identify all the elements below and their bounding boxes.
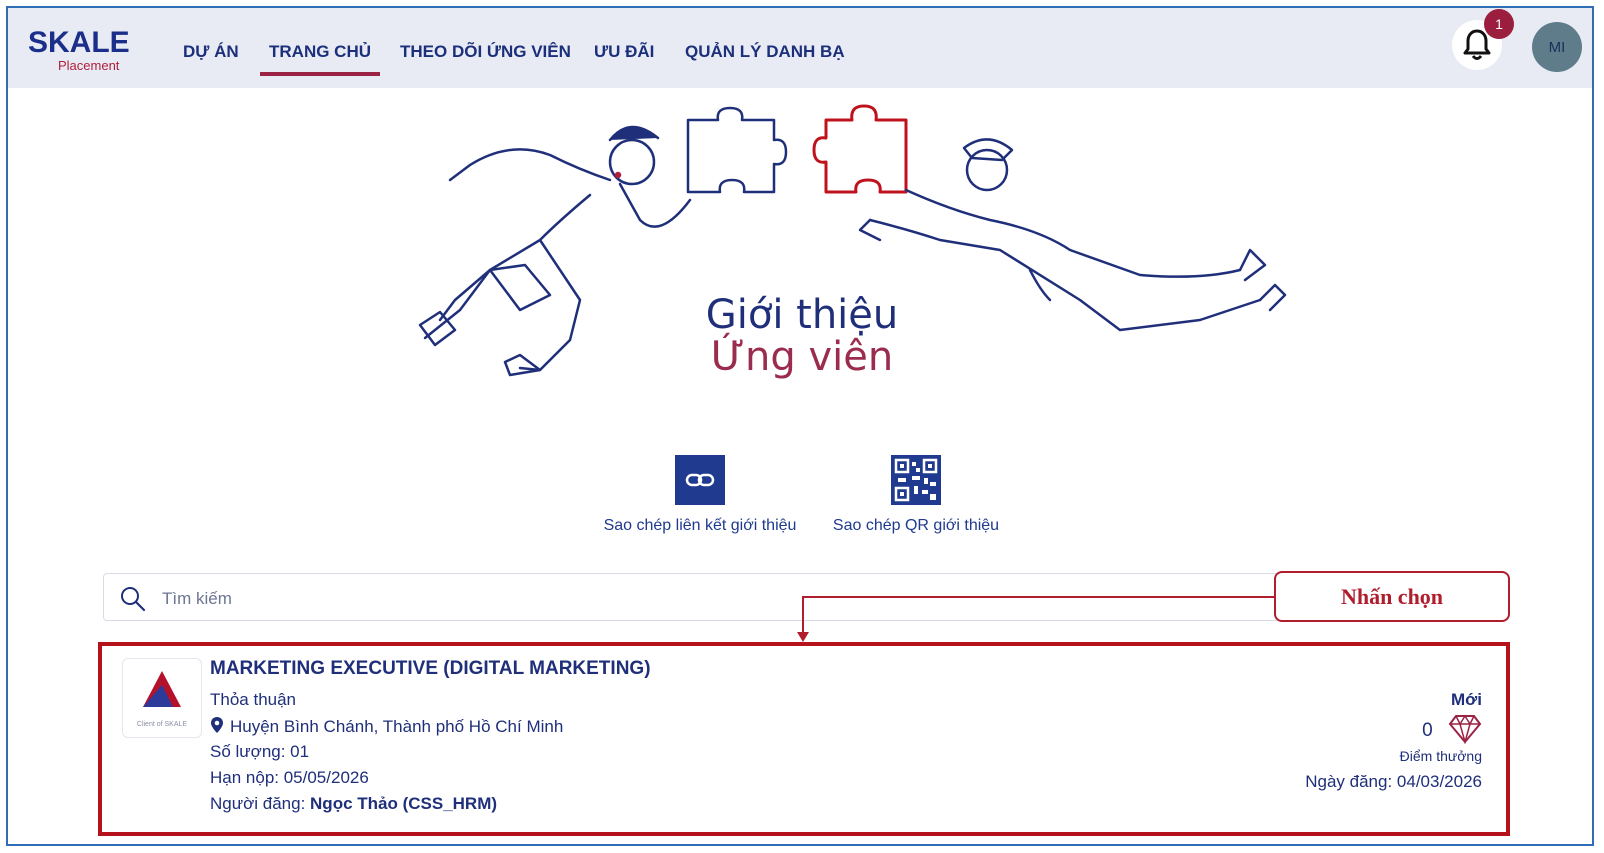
link-icon-tile: [675, 455, 725, 505]
poster-name: Ngọc Thảo (CSS_HRM): [310, 794, 498, 813]
click-here-callout: Nhấn chọn: [1274, 571, 1510, 622]
posted-date: Ngày đăng: 04/03/2026: [1305, 772, 1482, 791]
job-deadline: Hạn nộp: 05/05/2026: [210, 768, 369, 787]
diamond-icon: [1448, 714, 1482, 745]
reward-points-row: 0: [1422, 714, 1482, 745]
notification-badge: 1: [1484, 9, 1514, 39]
job-salary: Thỏa thuận: [210, 690, 297, 709]
nav-item-uu-dai[interactable]: ƯU ĐÃI: [594, 42, 654, 62]
logo-caption: Client of SKALE: [136, 721, 188, 728]
client-logo-mark: [143, 671, 181, 707]
qr-code-icon: [894, 458, 938, 502]
copy-qr-label: Sao chép QR giới thiệu: [832, 517, 1000, 534]
copy-referral-qr-button[interactable]: Sao chép QR giới thiệu: [826, 455, 1006, 535]
brand-name: SKALE: [28, 26, 130, 59]
nav-item-du-an[interactable]: DỰ ÁN: [183, 42, 239, 62]
user-avatar[interactable]: MI: [1532, 22, 1582, 72]
job-quantity: Số lượng: 01: [210, 742, 310, 761]
nav-item-quan-ly-danh-ba[interactable]: QUẢN LÝ DANH BẠ: [685, 42, 845, 62]
job-status-badge: Mới: [1451, 690, 1482, 709]
copy-referral-link-button[interactable]: Sao chép liên kết giới thiệu: [595, 455, 805, 535]
link-icon: [685, 473, 715, 487]
hero-title-line2: Ứng viên: [710, 334, 894, 380]
hero-title-line1: Giới thiệu: [705, 292, 899, 338]
company-logo: Client of SKALE: [122, 658, 202, 738]
top-navigation-bar: SKALE Placement DỰ ÁN TRANG CHỦ THEO DÕI…: [8, 8, 1592, 88]
nav-item-theo-doi-ung-vien[interactable]: THEO DÕI ỨNG VIÊN: [400, 42, 571, 62]
search-input[interactable]: [160, 584, 1264, 614]
job-poster-row: Người đăng: Ngọc Thảo (CSS_HRM): [210, 794, 497, 814]
job-title[interactable]: MARKETING EXECUTIVE (DIGITAL MARKETING): [210, 658, 651, 680]
job-location: Huyện Bình Chánh, Thành phố Hồ Chí Minh: [230, 717, 564, 736]
search-icon: [121, 587, 146, 612]
brand-sub: Placement: [58, 58, 120, 73]
reward-points-label: Điểm thưởng: [1399, 748, 1482, 764]
skale-logo[interactable]: SKALE Placement: [28, 26, 138, 76]
job-location-row: Huyện Bình Chánh, Thành phố Hồ Chí Minh: [210, 716, 563, 737]
poster-label: Người đăng:: [210, 794, 311, 813]
job-card[interactable]: Client of SKALE MARKETING EXECUTIVE (DIG…: [106, 650, 1502, 828]
location-pin-icon: [211, 717, 223, 733]
nav-item-trang-chu[interactable]: TRANG CHỦ: [260, 42, 380, 76]
reward-points-value: 0: [1422, 720, 1433, 741]
copy-link-label: Sao chép liên kết giới thiệu: [603, 517, 797, 534]
qr-icon-tile: [891, 455, 941, 505]
